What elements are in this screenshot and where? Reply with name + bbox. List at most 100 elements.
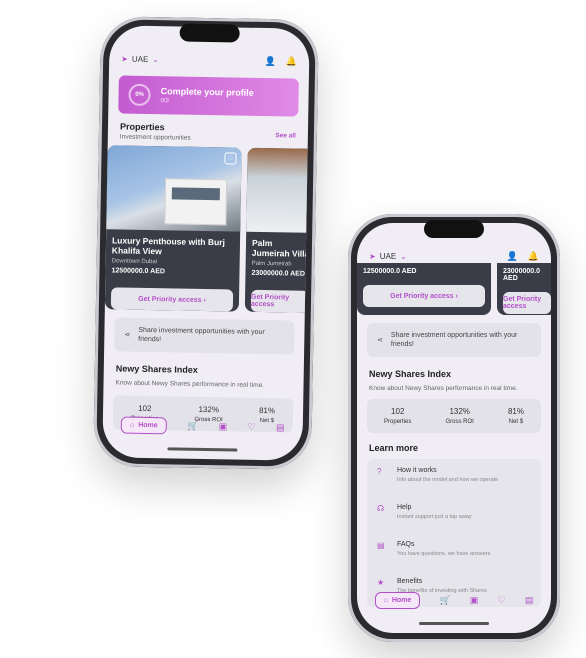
learn-item-subtitle: Instant support just a tap away: [397, 514, 472, 520]
priority-access-button[interactable]: Get Priority access ›: [363, 285, 485, 307]
country-label: UAE: [131, 54, 149, 64]
priority-label: Get Priority access: [250, 293, 290, 309]
app-screen-home-scrolled: ➤ UAE ⌄ 👤 🔔 12500000.0 AED Get Priority …: [357, 223, 551, 633]
stat-value: 81%: [507, 407, 524, 416]
home-indicator: [167, 447, 238, 452]
learn-item-help[interactable]: ☊ Help Instant support just a tap away: [367, 496, 541, 533]
property-body: Luxury Penthouse with Burj Khalifa View …: [105, 229, 240, 282]
stat-value: 132%: [449, 407, 470, 416]
property-image: [246, 147, 310, 233]
profile-progress-ring: 0%: [128, 83, 151, 107]
stat-gross-roi: 132% Gross ROI: [446, 407, 474, 425]
cart-icon[interactable]: 🛒: [439, 595, 450, 606]
property-location: Palm Jumeirah: [251, 260, 292, 268]
learn-more-title: Learn more: [369, 443, 419, 453]
properties-title: Properties: [119, 121, 165, 133]
learn-item-text: How it works Info about the model and ho…: [397, 467, 498, 488]
location-selector[interactable]: ➤ UAE ⌄: [121, 54, 159, 64]
bottom-tab-bar: ⌂ Home 🛒 ▣ ♡ ▤: [357, 585, 551, 615]
stat-properties: 102 Properties: [384, 407, 411, 425]
user-icon[interactable]: 👤: [265, 55, 276, 66]
learn-item-subtitle: Info about the model and how we operate: [397, 477, 499, 483]
property-card[interactable]: ♡ Luxury Penthouse with Burj Khalifa Vie…: [104, 145, 242, 312]
heart-icon[interactable]: ♡: [224, 152, 237, 165]
home-icon: ⌂: [129, 421, 135, 429]
priority-label: Get Priority access: [503, 296, 542, 310]
phone-notch: [179, 23, 240, 43]
complete-profile-card[interactable]: 0% Complete your profile 0/3: [118, 75, 299, 117]
index-title: Newy Shares Index: [369, 369, 452, 379]
chevron-down-icon: ⌄: [152, 54, 160, 64]
stat-value: 102: [391, 407, 405, 416]
app-screen-home: ➤ UAE ⌄ 👤 🔔 0% Complete your profile 0/3…: [102, 25, 310, 461]
learn-item-subtitle: You have questions, we have answers: [397, 551, 491, 557]
share-card[interactable]: ⋖ Share investment opportunities with yo…: [114, 317, 295, 355]
chat-icon: ▤: [377, 541, 385, 550]
user-icon[interactable]: 👤: [507, 251, 518, 262]
profile-steps: 0/3: [160, 98, 169, 105]
property-location: Downtown Dubai: [111, 258, 158, 266]
phone-notch: [424, 220, 484, 238]
property-card[interactable]: Palm Jumeirah Villa Palm Jumeirah 230000…: [244, 147, 310, 313]
stat-label: Net $: [508, 419, 524, 425]
property-name: Palm Jumeirah Villa: [251, 237, 310, 259]
learn-item-title: Help: [397, 504, 412, 511]
bell-icon[interactable]: 🔔: [286, 56, 297, 67]
learn-item-text: Help Instant support just a tap away: [397, 504, 472, 525]
property-card[interactable]: 23000000.0 AED Get Priority access: [497, 263, 551, 315]
property-price: 23000000.0 AED: [251, 269, 305, 278]
property-price: 23000000.0 AED: [503, 268, 540, 282]
location-selector[interactable]: ➤ UAE ⌄: [369, 252, 407, 261]
see-all-link[interactable]: See all: [275, 132, 296, 139]
phone-frame-right: ➤ UAE ⌄ 👤 🔔 12500000.0 AED Get Priority …: [348, 214, 560, 642]
property-body: Palm Jumeirah Villa Palm Jumeirah 230000…: [245, 232, 309, 284]
heart-icon[interactable]: ♡: [498, 595, 506, 606]
tab-home[interactable]: ⌂ Home: [120, 416, 167, 434]
top-icons: 👤 🔔: [507, 251, 539, 262]
chevron-down-icon: ⌄: [400, 251, 407, 261]
bottom-tab-bar: ⌂ Home 🛒 ▣ ♡ ▤: [103, 409, 303, 442]
property-image: ♡: [106, 145, 242, 232]
portfolio-icon[interactable]: ▤: [276, 422, 285, 433]
stat-net: 81% Net $: [508, 407, 524, 425]
stat-label: Gross ROI: [445, 419, 474, 425]
top-bar: ➤ UAE ⌄ 👤 🔔: [109, 43, 309, 76]
priority-label: Get Priority access: [390, 292, 454, 300]
wallet-icon[interactable]: ▣: [470, 595, 479, 606]
priority-label: Get Priority access: [138, 295, 202, 304]
property-price: 12500000.0 AED: [363, 268, 417, 275]
phone-frame-left: ➤ UAE ⌄ 👤 🔔 0% Complete your profile 0/3…: [93, 16, 319, 470]
tab-home[interactable]: ⌂ Home: [374, 591, 421, 609]
learn-item-title: How it works: [397, 467, 437, 474]
bell-icon[interactable]: 🔔: [528, 251, 539, 262]
learn-item-title: FAQs: [397, 541, 415, 548]
heart-icon[interactable]: ♡: [247, 421, 256, 432]
stat-label: Properties: [384, 419, 412, 425]
share-text: Share investment opportunities with your…: [138, 326, 265, 344]
priority-access-button[interactable]: Get Priority access: [250, 289, 310, 313]
learn-item-title: Benefits: [397, 578, 423, 585]
tab-home-label: Home: [391, 596, 412, 604]
location-arrow-icon: ➤: [121, 53, 128, 64]
learn-item-how-it-works[interactable]: ? How it works Info about the model and …: [367, 459, 541, 496]
wallet-icon[interactable]: ▣: [219, 421, 228, 432]
learn-item-faqs[interactable]: ▤ FAQs You have questions, we have answe…: [367, 533, 541, 570]
building-illustration: [164, 178, 228, 226]
share-text: Share investment opportunities with your…: [390, 332, 518, 348]
share-icon: ⋖: [124, 331, 131, 339]
stage: ➤ UAE ⌄ 👤 🔔 0% Complete your profile 0/3…: [0, 0, 586, 658]
learn-item-text: FAQs You have questions, we have answers: [397, 541, 490, 562]
home-indicator: [419, 622, 489, 625]
tab-home-label: Home: [138, 421, 158, 429]
chevron-right-icon: ›: [201, 296, 206, 304]
priority-access-button[interactable]: Get Priority access: [503, 292, 551, 314]
property-card[interactable]: 12500000.0 AED Get Priority access ›: [357, 263, 491, 315]
cart-icon[interactable]: 🛒: [187, 420, 198, 431]
location-arrow-icon: ➤: [369, 251, 376, 261]
share-card[interactable]: ⋖ Share investment opportunities with yo…: [367, 323, 541, 357]
portfolio-icon[interactable]: ▤: [525, 595, 534, 606]
property-body: 12500000.0 AED: [357, 263, 491, 281]
property-price: 12500000.0 AED: [111, 267, 166, 276]
priority-access-button[interactable]: Get Priority access ›: [110, 287, 234, 312]
property-body: 23000000.0 AED: [497, 263, 551, 288]
